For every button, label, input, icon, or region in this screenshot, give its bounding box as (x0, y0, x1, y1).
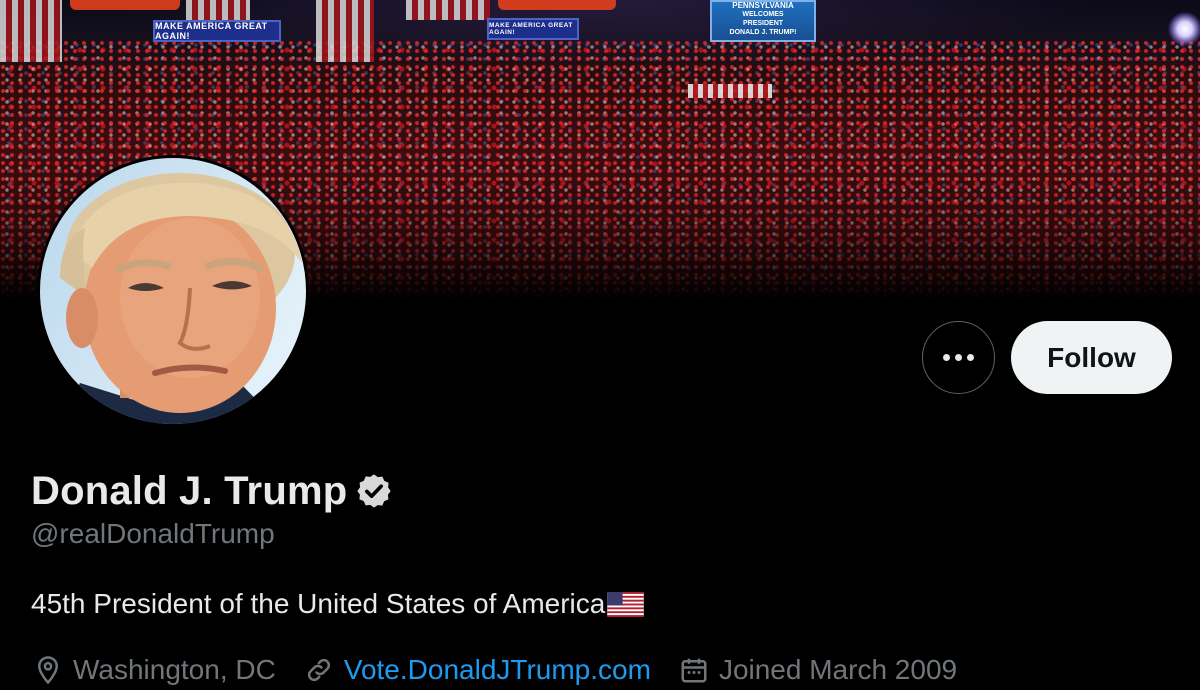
jumbotron-line: PRESIDENT (742, 20, 784, 27)
more-icon (943, 354, 950, 361)
jumbotron-screen: PENNSYLVANIA WELCOMES PRESIDENT DONALD J… (710, 0, 816, 42)
banner-flag (186, 0, 250, 20)
more-options-button[interactable] (922, 321, 995, 394)
stage-light (1168, 12, 1200, 46)
location-item: Washington, DC (33, 654, 276, 686)
follow-button[interactable]: Follow (1011, 321, 1172, 394)
profile-bio: 45th President of the United States of A… (31, 588, 645, 620)
joined-text: Joined March 2009 (718, 654, 958, 685)
banner-flag (316, 0, 374, 62)
jumbotron-line: DONALD J. TRUMP! (729, 29, 797, 36)
banner-decoration (70, 0, 180, 10)
banner-decoration (498, 0, 616, 10)
jumbotron-line: PENNSYLVANIA (732, 1, 794, 10)
avatar-portrait (60, 173, 302, 424)
jumbotron-line: WELCOMES (742, 11, 784, 18)
website-item[interactable]: Vote.DonaldJTrump.com (304, 654, 651, 686)
location-text: Washington, DC (73, 654, 276, 685)
banner-flag (0, 0, 62, 62)
us-flag-icon (607, 591, 645, 617)
website-link[interactable]: Vote.DonaldJTrump.com (344, 654, 651, 686)
more-icon (955, 354, 962, 361)
banner-flag (406, 0, 490, 20)
profile-name-row: Donald J. Trump (31, 466, 393, 516)
location-pin-icon (37, 656, 59, 685)
banner-stage (688, 84, 772, 98)
more-icon (967, 354, 974, 361)
profile-meta: Washington, DC Vote.DonaldJTrump.com Joi… (33, 650, 985, 690)
bio-text: 45th President of the United States of A… (31, 588, 606, 619)
link-icon (307, 658, 330, 682)
rally-sign: MAKE AMERICA GREAT AGAIN! (153, 20, 281, 42)
rally-sign: MAKE AMERICA GREAT AGAIN! (487, 18, 579, 40)
calendar-icon (681, 658, 707, 683)
profile-avatar[interactable] (37, 155, 309, 427)
verified-badge-icon[interactable] (355, 472, 393, 510)
profile-handle: @realDonaldTrump (31, 518, 275, 549)
joined-item: Joined March 2009 (679, 654, 957, 686)
display-name: Donald J. Trump (31, 468, 348, 513)
